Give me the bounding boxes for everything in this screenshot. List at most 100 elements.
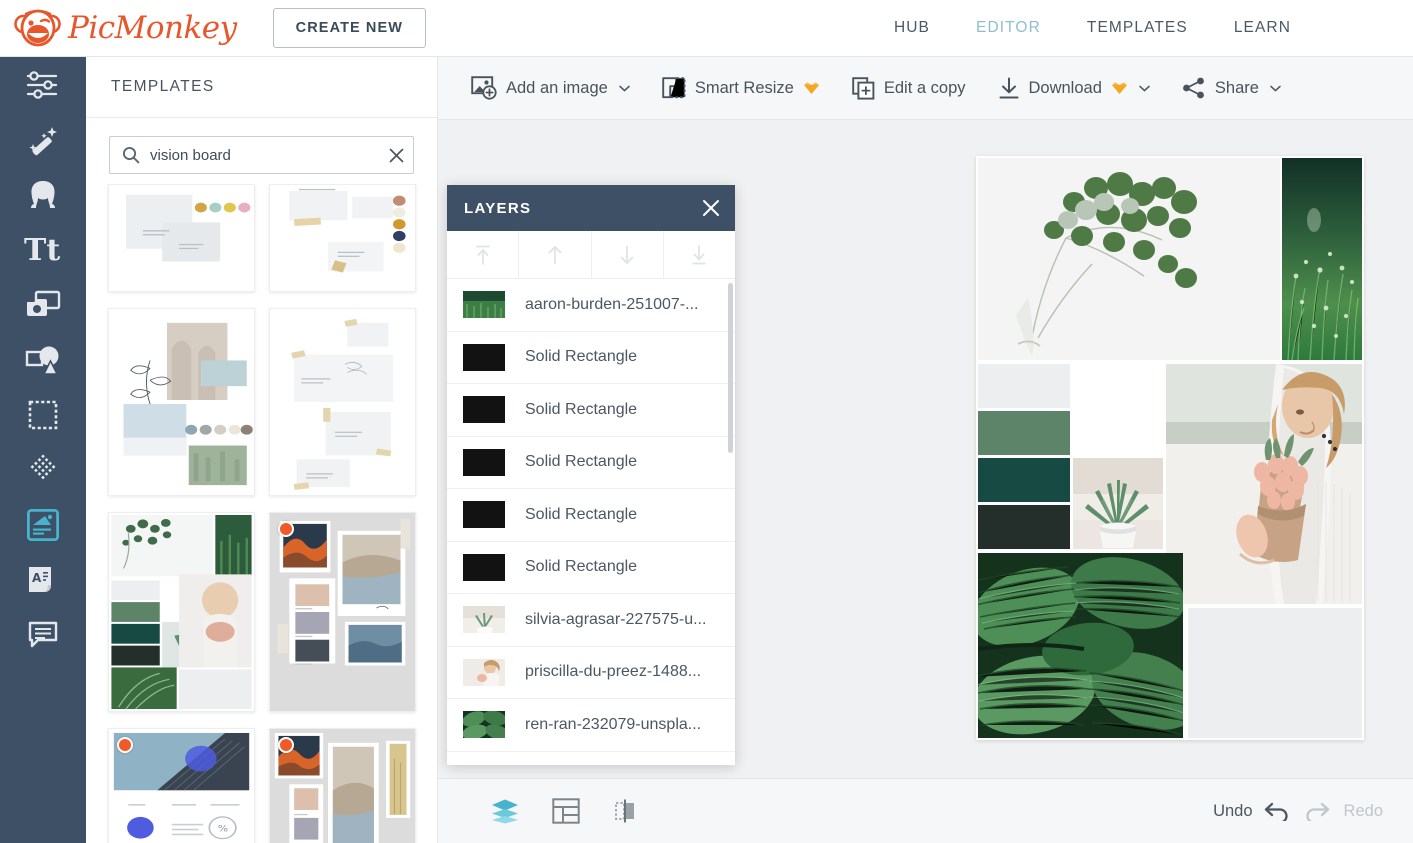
undo-button[interactable]: Undo xyxy=(1213,801,1289,821)
rail-item-branding[interactable]: A xyxy=(0,552,86,607)
premium-badge xyxy=(278,521,294,537)
layer-row[interactable]: Solid Rectangle xyxy=(447,542,735,594)
rail-item-photos[interactable] xyxy=(0,277,86,332)
meadow-photo xyxy=(1282,158,1362,360)
download-button[interactable]: Download xyxy=(987,69,1161,108)
layer-name: aaron-burden-251007-... xyxy=(525,295,699,313)
layers-scrollbar[interactable] xyxy=(728,283,733,453)
layer-row[interactable]: Solid Rectangle xyxy=(447,384,735,437)
clear-search-button[interactable] xyxy=(379,137,413,173)
layer-row[interactable]: aaron-burden-251007-... xyxy=(447,279,735,332)
template-card[interactable] xyxy=(269,184,416,292)
flip-mirror-button[interactable] xyxy=(612,798,638,824)
template-card[interactable] xyxy=(269,728,416,843)
templates-panel: TEMPLATES vision board % xyxy=(86,57,520,843)
layer-thumbnail xyxy=(463,711,505,739)
arrow-to-bottom-icon xyxy=(692,244,707,264)
chevron-down-icon xyxy=(1270,85,1281,92)
rail-item-graphics[interactable] xyxy=(0,332,86,387)
template-thumb xyxy=(109,185,254,291)
rail-item-frames[interactable] xyxy=(0,387,86,442)
layer-row[interactable]: Solid Rectangle xyxy=(447,437,735,489)
add-an-image-button[interactable]: Add an image xyxy=(460,68,641,108)
grid-layout-button[interactable] xyxy=(552,798,580,824)
rail-item-touchup[interactable] xyxy=(0,167,86,222)
create-new-button[interactable]: CREATE NEW xyxy=(272,8,427,48)
nav-templates[interactable]: TEMPLATES xyxy=(1087,19,1188,37)
layer-row[interactable]: ren-ran-232079-unspla... xyxy=(447,699,735,752)
rail-item-templates[interactable] xyxy=(0,497,86,552)
search-input[interactable] xyxy=(150,146,379,164)
smart-resize-button[interactable]: Smart Resize xyxy=(651,69,831,107)
succulent-photo-tile[interactable] xyxy=(1073,458,1163,549)
template-card[interactable] xyxy=(269,512,416,712)
layers-panel-header: LAYERS xyxy=(447,185,735,231)
template-thumb xyxy=(109,513,254,711)
redo-button[interactable] xyxy=(1304,801,1330,821)
eucalyptus-photo xyxy=(978,158,1280,360)
svg-text:Tt: Tt xyxy=(24,234,60,266)
template-card[interactable] xyxy=(269,308,416,496)
move-up-button[interactable] xyxy=(519,231,592,278)
templates-search[interactable] xyxy=(109,136,414,174)
photo-camera-icon xyxy=(27,290,61,316)
empty-block[interactable] xyxy=(1188,608,1362,738)
palm-leaves-photo-tile[interactable] xyxy=(978,553,1183,738)
nav-hub[interactable]: HUB xyxy=(894,19,930,37)
graphics-shapes-icon xyxy=(25,346,59,375)
svg-text:%: % xyxy=(218,825,228,835)
template-card[interactable] xyxy=(108,184,255,292)
layers-toggle-button[interactable] xyxy=(490,798,520,824)
template-card[interactable] xyxy=(108,512,255,712)
meadow-photo-tile[interactable] xyxy=(1282,158,1362,360)
design-canvas[interactable] xyxy=(976,156,1364,740)
templates-panel-title: TEMPLATES xyxy=(86,57,437,118)
layer-row[interactable]: silvia-agrasar-227575-u... xyxy=(447,594,735,647)
frame-icon xyxy=(28,400,58,429)
brand-logo[interactable]: PicMonkey xyxy=(12,8,237,48)
bottom-bar-tools xyxy=(490,798,638,824)
layer-row[interactable]: Solid Rectangle xyxy=(447,489,735,542)
nav-editor[interactable]: EDITOR xyxy=(976,19,1041,37)
rail-item-adjustments[interactable] xyxy=(0,57,86,112)
rail-item-effects[interactable] xyxy=(0,112,86,167)
template-card[interactable] xyxy=(108,308,255,496)
move-down-button[interactable] xyxy=(592,231,664,278)
rail-item-text[interactable]: Tt xyxy=(0,222,86,277)
nav-learn[interactable]: LEARN xyxy=(1234,19,1291,37)
layer-thumbnail xyxy=(463,291,505,319)
top-navigation: HUB EDITOR TEMPLATES LEARN xyxy=(894,19,1291,37)
svg-text:A: A xyxy=(32,571,42,585)
share-icon xyxy=(1182,77,1204,99)
layer-thumbnail xyxy=(463,553,505,581)
eucalyptus-photo-tile[interactable] xyxy=(978,158,1280,360)
layer-thumbnail xyxy=(463,606,505,634)
swatch-light-gray[interactable] xyxy=(978,364,1070,408)
premium-badge xyxy=(278,737,294,753)
layer-thumbnail xyxy=(463,501,505,529)
template-card[interactable]: % xyxy=(108,728,255,843)
layers-list[interactable]: aaron-burden-251007-... Solid Rectangle … xyxy=(447,279,735,765)
share-label: Share xyxy=(1214,78,1259,97)
layer-row[interactable]: Solid Rectangle xyxy=(447,332,735,384)
swatch-dark-teal[interactable] xyxy=(978,458,1070,502)
move-to-bottom-button[interactable] xyxy=(664,231,735,278)
swatch-sage-green[interactable] xyxy=(978,411,1070,455)
grid-layout-icon xyxy=(552,798,580,824)
swatch-charcoal-green[interactable] xyxy=(978,505,1070,549)
edit-a-copy-button[interactable]: Edit a copy xyxy=(841,69,977,108)
smart-resize-label: Smart Resize xyxy=(694,78,794,97)
brand-name: PicMonkey xyxy=(68,10,237,46)
layer-row[interactable]: priscilla-du-preez-1488... xyxy=(447,647,735,699)
woman-tulips-photo-tile[interactable] xyxy=(1166,364,1362,604)
rail-item-textures[interactable] xyxy=(0,442,86,497)
move-to-top-button[interactable] xyxy=(447,231,520,278)
close-layers-button[interactable] xyxy=(701,198,721,218)
templates-grid[interactable]: % xyxy=(86,184,438,843)
layer-name: priscilla-du-preez-1488... xyxy=(525,663,702,681)
chevron-down-icon xyxy=(1139,85,1150,92)
share-button[interactable]: Share xyxy=(1171,69,1292,107)
download-icon xyxy=(999,77,1018,98)
rail-item-notes[interactable] xyxy=(0,607,86,662)
template-thumb xyxy=(270,513,415,711)
